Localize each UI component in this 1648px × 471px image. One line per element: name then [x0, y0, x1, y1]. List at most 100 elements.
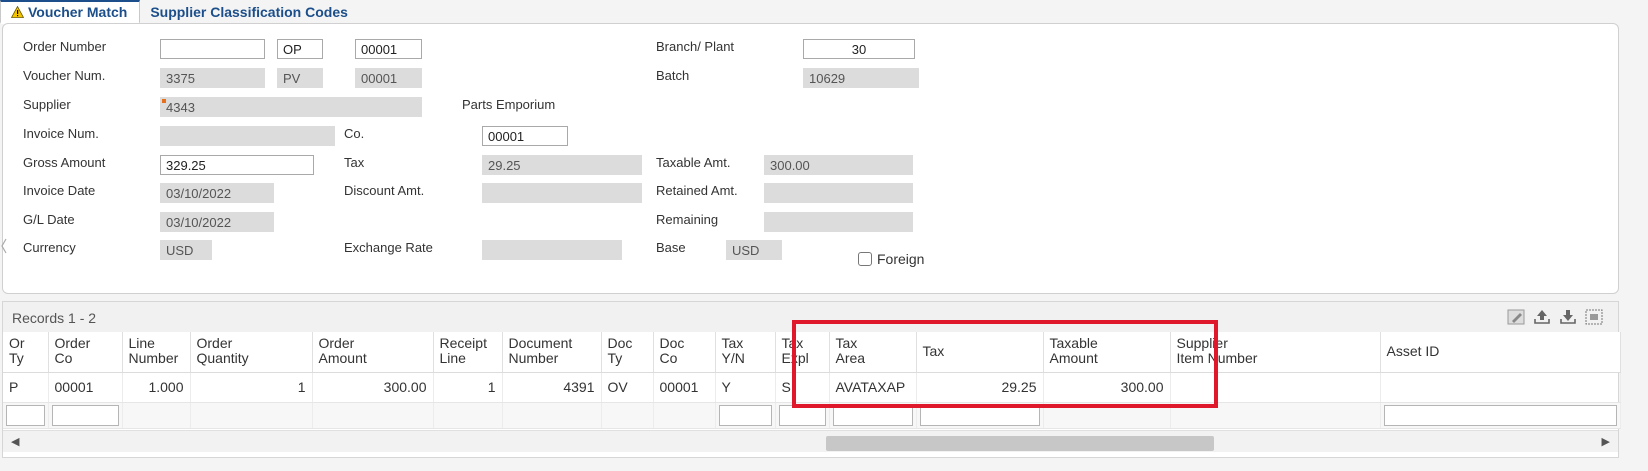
grid-cell: 1.000	[122, 372, 191, 403]
order-company-input[interactable]	[355, 39, 422, 59]
column-header[interactable]: Taxable Amount	[1043, 332, 1171, 373]
base-field: USD	[726, 240, 782, 260]
qbe-input[interactable]	[832, 404, 913, 426]
supplier-label: Supplier	[23, 97, 71, 112]
column-header[interactable]: Order Amount	[312, 332, 434, 373]
column-header-line2: Expl	[781, 350, 809, 366]
grid-cell: OV	[601, 372, 654, 403]
column-header-line2: Item Number	[1176, 350, 1258, 366]
batch-label: Batch	[656, 68, 690, 83]
co-input[interactable]	[482, 126, 568, 146]
foreign-checkbox[interactable]	[858, 252, 872, 266]
qbe-input[interactable]	[1383, 404, 1617, 426]
branch-plant-input[interactable]	[803, 39, 915, 59]
order-number-input[interactable]	[160, 39, 265, 59]
scroll-left-icon[interactable]: ◀	[11, 435, 19, 448]
qbe-input[interactable]	[718, 404, 772, 426]
column-header[interactable]: Doc Ty	[601, 332, 654, 373]
qbe-cell[interactable]	[916, 402, 1044, 429]
co-label: Co.	[344, 126, 365, 141]
column-header-line2: Amount	[318, 350, 367, 366]
gl-date-field: 03/10/2022	[160, 212, 274, 232]
qbe-cell[interactable]	[1380, 402, 1621, 429]
column-header[interactable]: Tax Area	[829, 332, 917, 373]
scroll-thumb[interactable]	[826, 436, 1214, 451]
column-header[interactable]: Tax Y/N	[715, 332, 776, 373]
grid-cell	[312, 402, 434, 429]
qbe-cell[interactable]	[3, 402, 49, 429]
table-row[interactable]: P 00001 1.000 1 300.00 1 4391 OV 00001 Y S AVATAXAP…	[3, 372, 1621, 403]
column-header-line1: Order	[318, 335, 355, 351]
qbe-input[interactable]	[51, 404, 119, 426]
grid-cell: Y	[715, 372, 776, 403]
column-header-line1: Taxable	[1049, 335, 1098, 351]
column-header-line2: Number	[508, 350, 559, 366]
supplier-name: Parts Emporium	[462, 97, 556, 112]
horizontal-scrollbar[interactable]: ◀ ▶	[3, 430, 1618, 452]
supplier-value: 4343	[166, 100, 195, 115]
column-header[interactable]: Line Number	[122, 332, 191, 373]
supplier-field: 4343	[160, 97, 422, 117]
gross-amount-input[interactable]	[160, 155, 314, 175]
qbe-cell[interactable]	[775, 402, 830, 429]
qbe-cell[interactable]	[715, 402, 776, 429]
grid-cell	[601, 402, 654, 429]
batch-field: 10629	[803, 68, 919, 88]
qbe-cell[interactable]	[48, 402, 123, 429]
column-header-line1: Tax	[721, 335, 744, 351]
column-header[interactable]: Tax Expl	[775, 332, 830, 373]
qbe-cell[interactable]	[829, 402, 917, 429]
column-header[interactable]: Order Co	[48, 332, 123, 373]
collapse-handle-icon[interactable]	[0, 233, 8, 259]
base-label: Base	[656, 240, 686, 255]
column-header[interactable]: Order Quantity	[190, 332, 313, 373]
foreign-checkbox-group: Foreign	[858, 251, 924, 267]
qbe-input[interactable]	[778, 404, 826, 426]
fit-to-screen-icon[interactable]	[1584, 308, 1604, 326]
retained-amt-label: Retained Amt.	[656, 183, 738, 198]
grid-tools	[1506, 308, 1604, 326]
remaining-field	[764, 212, 913, 232]
qbe-input[interactable]	[919, 404, 1040, 426]
retained-amt-field	[764, 183, 913, 203]
taxable-amt-label: Taxable Amt.	[656, 155, 731, 170]
invoice-num-field	[160, 126, 335, 146]
remaining-label: Remaining	[656, 212, 719, 227]
voucher-company-field: 00001	[355, 68, 422, 88]
grid-panel: Records 1 - 2 Or Ty Order Co Line Number…	[2, 301, 1621, 458]
upload-icon[interactable]	[1532, 308, 1552, 326]
column-header[interactable]: Doc Co	[653, 332, 716, 373]
column-header-line1: Asset ID	[1386, 343, 1440, 360]
currency-field: USD	[160, 240, 212, 260]
column-header[interactable]: Document Number	[502, 332, 602, 373]
column-header-line1: Supplier	[1176, 335, 1228, 351]
grid-cell	[653, 402, 716, 429]
column-header[interactable]: Or Ty	[3, 332, 49, 373]
grid-cell	[1170, 372, 1381, 403]
column-header[interactable]: Supplier Item Number	[1170, 332, 1381, 373]
column-header-line1: Tax	[922, 343, 945, 360]
grid-cell: 29.25	[916, 372, 1044, 403]
column-header-line2: Co	[54, 350, 73, 366]
exchange-rate-field	[482, 240, 622, 260]
column-header-line1: Doc	[659, 335, 685, 351]
scroll-right-icon[interactable]: ▶	[1602, 435, 1610, 448]
download-icon[interactable]	[1558, 308, 1578, 326]
edit-grid-icon[interactable]	[1506, 308, 1526, 326]
order-type-input[interactable]	[277, 39, 323, 59]
column-header-line2: Co	[659, 350, 678, 366]
tab-supplier-classification-codes[interactable]: Supplier Classification Codes	[140, 0, 360, 24]
tab-bar: Voucher Match Supplier Classification Co…	[0, 0, 360, 24]
tab-voucher-match[interactable]: Voucher Match	[0, 0, 141, 24]
voucher-num-label: Voucher Num.	[23, 68, 106, 83]
grid-cell: 300.00	[312, 372, 434, 403]
qbe-input[interactable]	[6, 404, 45, 426]
column-header[interactable]: Tax	[916, 332, 1044, 373]
column-header[interactable]: Asset ID	[1380, 332, 1621, 373]
grid-cell: 00001	[48, 372, 123, 403]
column-header-line1: Document	[508, 335, 573, 351]
foreign-label: Foreign	[877, 251, 925, 267]
column-header-line1: Tax	[835, 335, 858, 351]
column-header[interactable]: Receipt Line	[433, 332, 503, 373]
warning-triangle-icon	[11, 6, 24, 18]
